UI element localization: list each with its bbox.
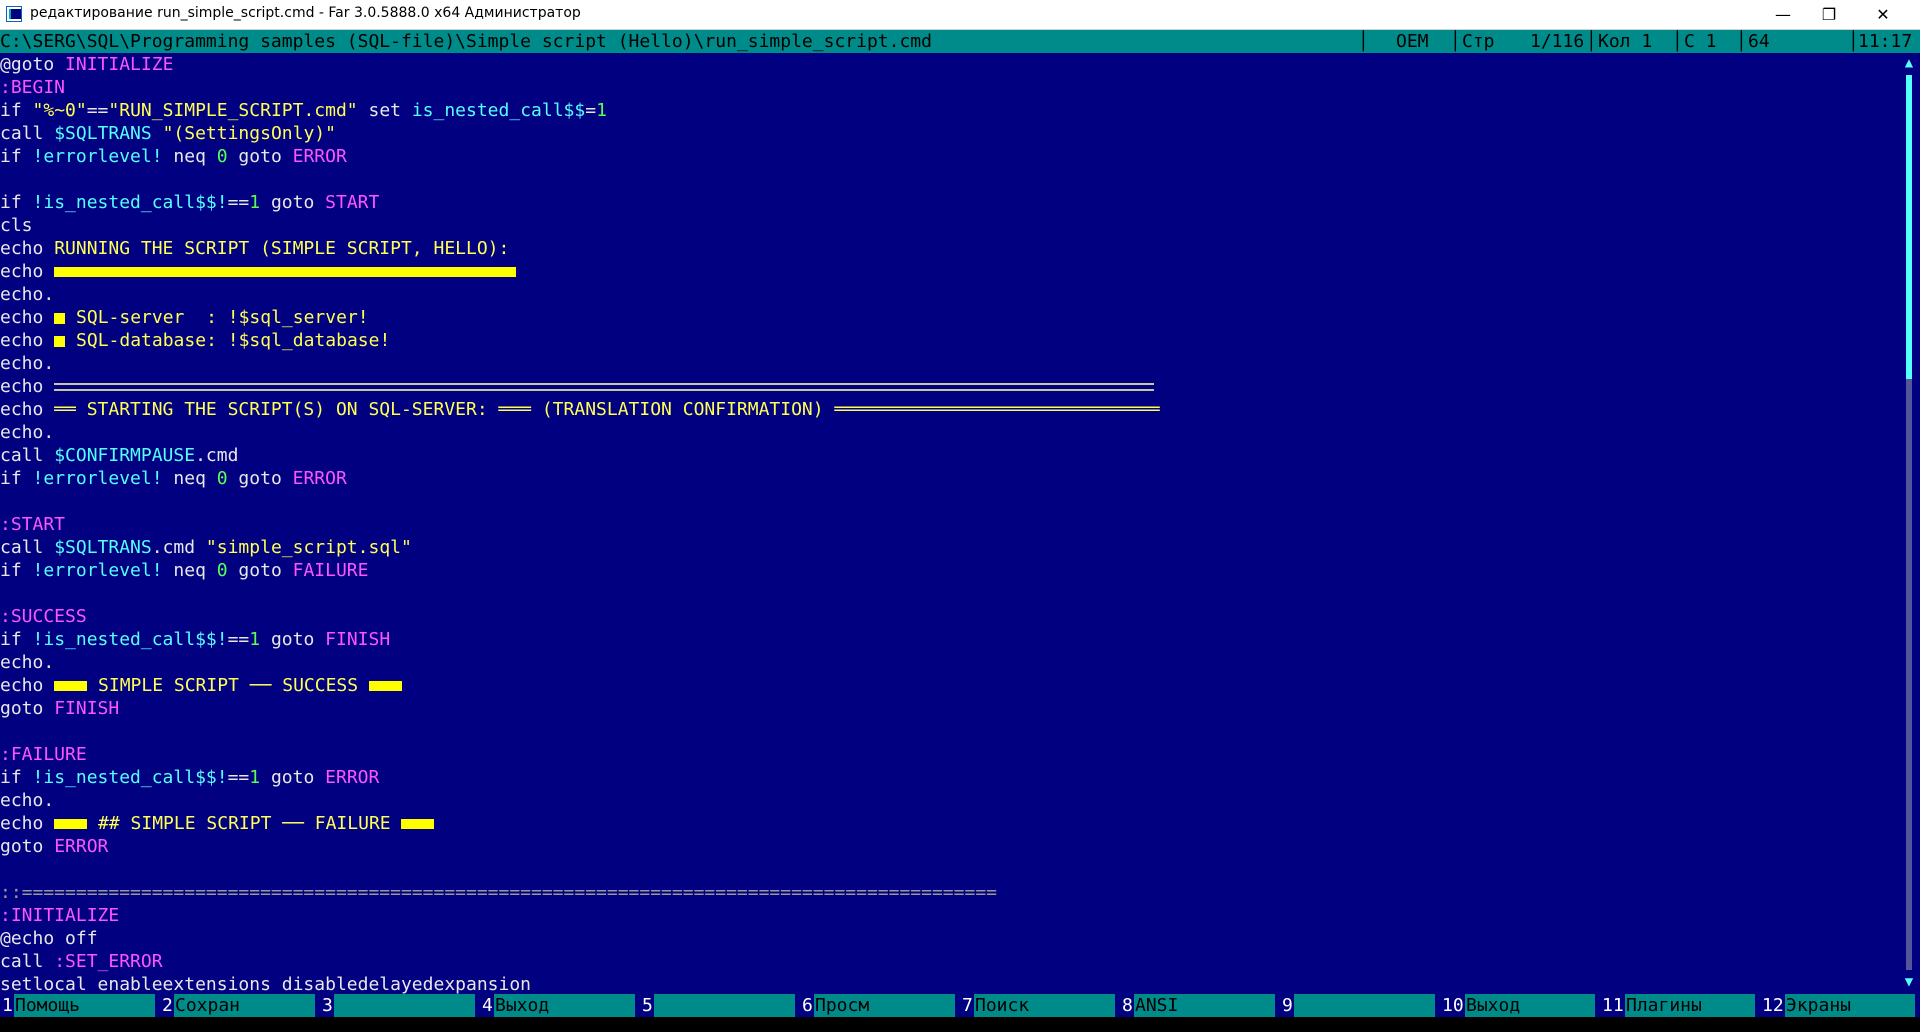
fkey-number: 2 [162,995,173,1016]
file-path: C:\SERG\SQL\Programming samples (SQL-fil… [0,31,932,52]
code-line: echo. [0,652,55,673]
far-app-icon[interactable] [6,6,22,22]
fkey-label [654,994,795,1017]
fkey-label: Выход [494,994,635,1017]
fkey-number: 5 [642,995,653,1016]
code-line: echo [0,375,1155,398]
fkey-6[interactable]: 6 Просм [800,994,960,1017]
close-icon: ✕ [1876,5,1890,24]
code-line: echo. [0,284,55,305]
code-line: echo ## SIMPLE SCRIPT ── FAILURE [0,812,435,835]
fkey-label: Экраны [1785,994,1915,1017]
code-line: if !is_nested_call$$!==1 goto START [0,192,380,213]
bottom-edge [0,1017,1920,1032]
line-position: 1/116 [1530,31,1585,52]
code-line: if !errorlevel! neq 0 goto FAILURE [0,560,369,581]
scroll-down-icon[interactable]: ▼ [1898,972,1920,992]
code-line: setlocal enableextensions disabledelayed… [0,974,532,995]
char-code: 64 [1748,31,1770,52]
code-line: cls [0,215,33,236]
fkey-number: 11 [1602,995,1624,1016]
code-line: :FAILURE [0,744,87,765]
fkey-2[interactable]: 2 Сохран [160,994,320,1017]
editor-status-line: C:\SERG\SQL\Programming samples (SQL-fil… [0,30,1920,53]
window-title: редактирование run_simple_script.cmd - F… [30,5,581,21]
fkey-label: Помощь [14,994,155,1017]
minimize-icon: — [1775,5,1791,24]
codepage[interactable]: OEM [1396,30,1429,53]
fkey-12[interactable]: 12 Экраны [1760,994,1920,1017]
code-line: ::======================================… [0,882,997,903]
fkey-number: 7 [962,995,973,1016]
clock: 11:17 [1858,31,1913,52]
fkey-number: 6 [802,995,813,1016]
close-button[interactable]: ✕ [1860,0,1906,29]
fkey-number: 9 [1282,995,1293,1016]
editor-scrollbar[interactable]: ▲ ▼ [1898,53,1920,992]
column-position: Кол 1 [1598,31,1653,52]
line-label: Стр [1462,31,1495,52]
fkey-label: Плагины [1625,994,1755,1017]
fkey-number: 10 [1442,995,1464,1016]
fkey-label [334,994,475,1017]
fkey-9[interactable]: 9 [1280,994,1440,1017]
scroll-thumb[interactable] [1906,75,1912,379]
editor-text-area[interactable]: @goto INITIALIZE :BEGIN if "%~0"=="RUN_S… [0,53,1898,995]
fkey-10[interactable]: 10 Выход [1440,994,1600,1017]
fkey-label: Сохран [174,994,315,1017]
code-line: :SUCCESS [0,606,87,627]
code-line: echo. [0,353,55,374]
code-line: echo ══ STARTING THE SCRIPT(S) ON SQL-SE… [0,399,1160,420]
code-line: echo SQL-server : !$sql_server! [0,307,369,328]
maximize-button[interactable]: ❐ [1806,0,1852,29]
fkey-7[interactable]: 7 Поиск [960,994,1120,1017]
code-line: call :SET_ERROR [0,951,163,972]
code-line: echo SIMPLE SCRIPT ── SUCCESS [0,674,402,697]
code-line: goto FINISH [0,698,120,719]
fkey-number: 1 [2,995,13,1016]
fkey-label: Выход [1465,994,1595,1017]
code-line: echo [0,260,517,283]
fkey-5[interactable]: 5 [640,994,800,1017]
code-line: echo. [0,422,55,443]
code-line: if !errorlevel! neq 0 goto ERROR [0,146,347,167]
code-line: @goto INITIALIZE [0,54,174,75]
code-line: goto ERROR [0,836,109,857]
fkey-3[interactable]: 3 [320,994,480,1017]
scroll-track[interactable] [1906,75,1912,970]
fkey-8[interactable]: 8 ANSI [1120,994,1280,1017]
code-line: @echo off [0,928,98,949]
code-line: call $SQLTRANS "(SettingsOnly)" [0,123,336,144]
window-title-bar: редактирование run_simple_script.cmd - F… [0,0,1920,30]
code-line: call $SQLTRANS.cmd "simple_script.sql" [0,537,412,558]
code-line: if !is_nested_call$$!==1 goto ERROR [0,767,380,788]
fkey-4[interactable]: 4 Выход [480,994,640,1017]
minimize-button[interactable]: — [1760,0,1806,29]
char-position: С 1 [1684,31,1717,52]
function-key-bar: 1 Помощь 2 Сохран 3 4 Выход 5 6 Просм 7 Поиск 8 ANSI 9… [0,994,1920,1017]
code-line: :INITIALIZE [0,905,120,926]
fkey-number: 3 [322,995,333,1016]
code-line: :START [0,514,66,535]
fkey-label: ANSI [1134,994,1275,1017]
code-line: echo RUNNING THE SCRIPT (SIMPLE SCRIPT, … [0,238,510,259]
fkey-1[interactable]: 1 Помощь [0,994,160,1017]
code-line: :BEGIN [0,77,66,98]
code-line: if !errorlevel! neq 0 goto ERROR [0,468,347,489]
fkey-label: Просм [814,994,955,1017]
fkey-number: 4 [482,995,493,1016]
fkey-label: Поиск [974,994,1115,1017]
restore-icon: ❐ [1821,5,1837,24]
fkey-11[interactable]: 11 Плагины [1600,994,1760,1017]
fkey-label [1294,994,1435,1017]
fkey-number: 12 [1762,995,1784,1016]
scroll-up-icon[interactable]: ▲ [1898,53,1920,73]
code-line: if !is_nested_call$$!==1 goto FINISH [0,629,391,650]
code-line: echo SQL-database: !$sql_database! [0,330,391,351]
code-line: call $CONFIRMPAUSE.cmd [0,445,239,466]
code-line: if "%~0"=="RUN_SIMPLE_SCRIPT.cmd" set is… [0,100,607,121]
fkey-number: 8 [1122,995,1133,1016]
code-line: echo. [0,790,55,811]
